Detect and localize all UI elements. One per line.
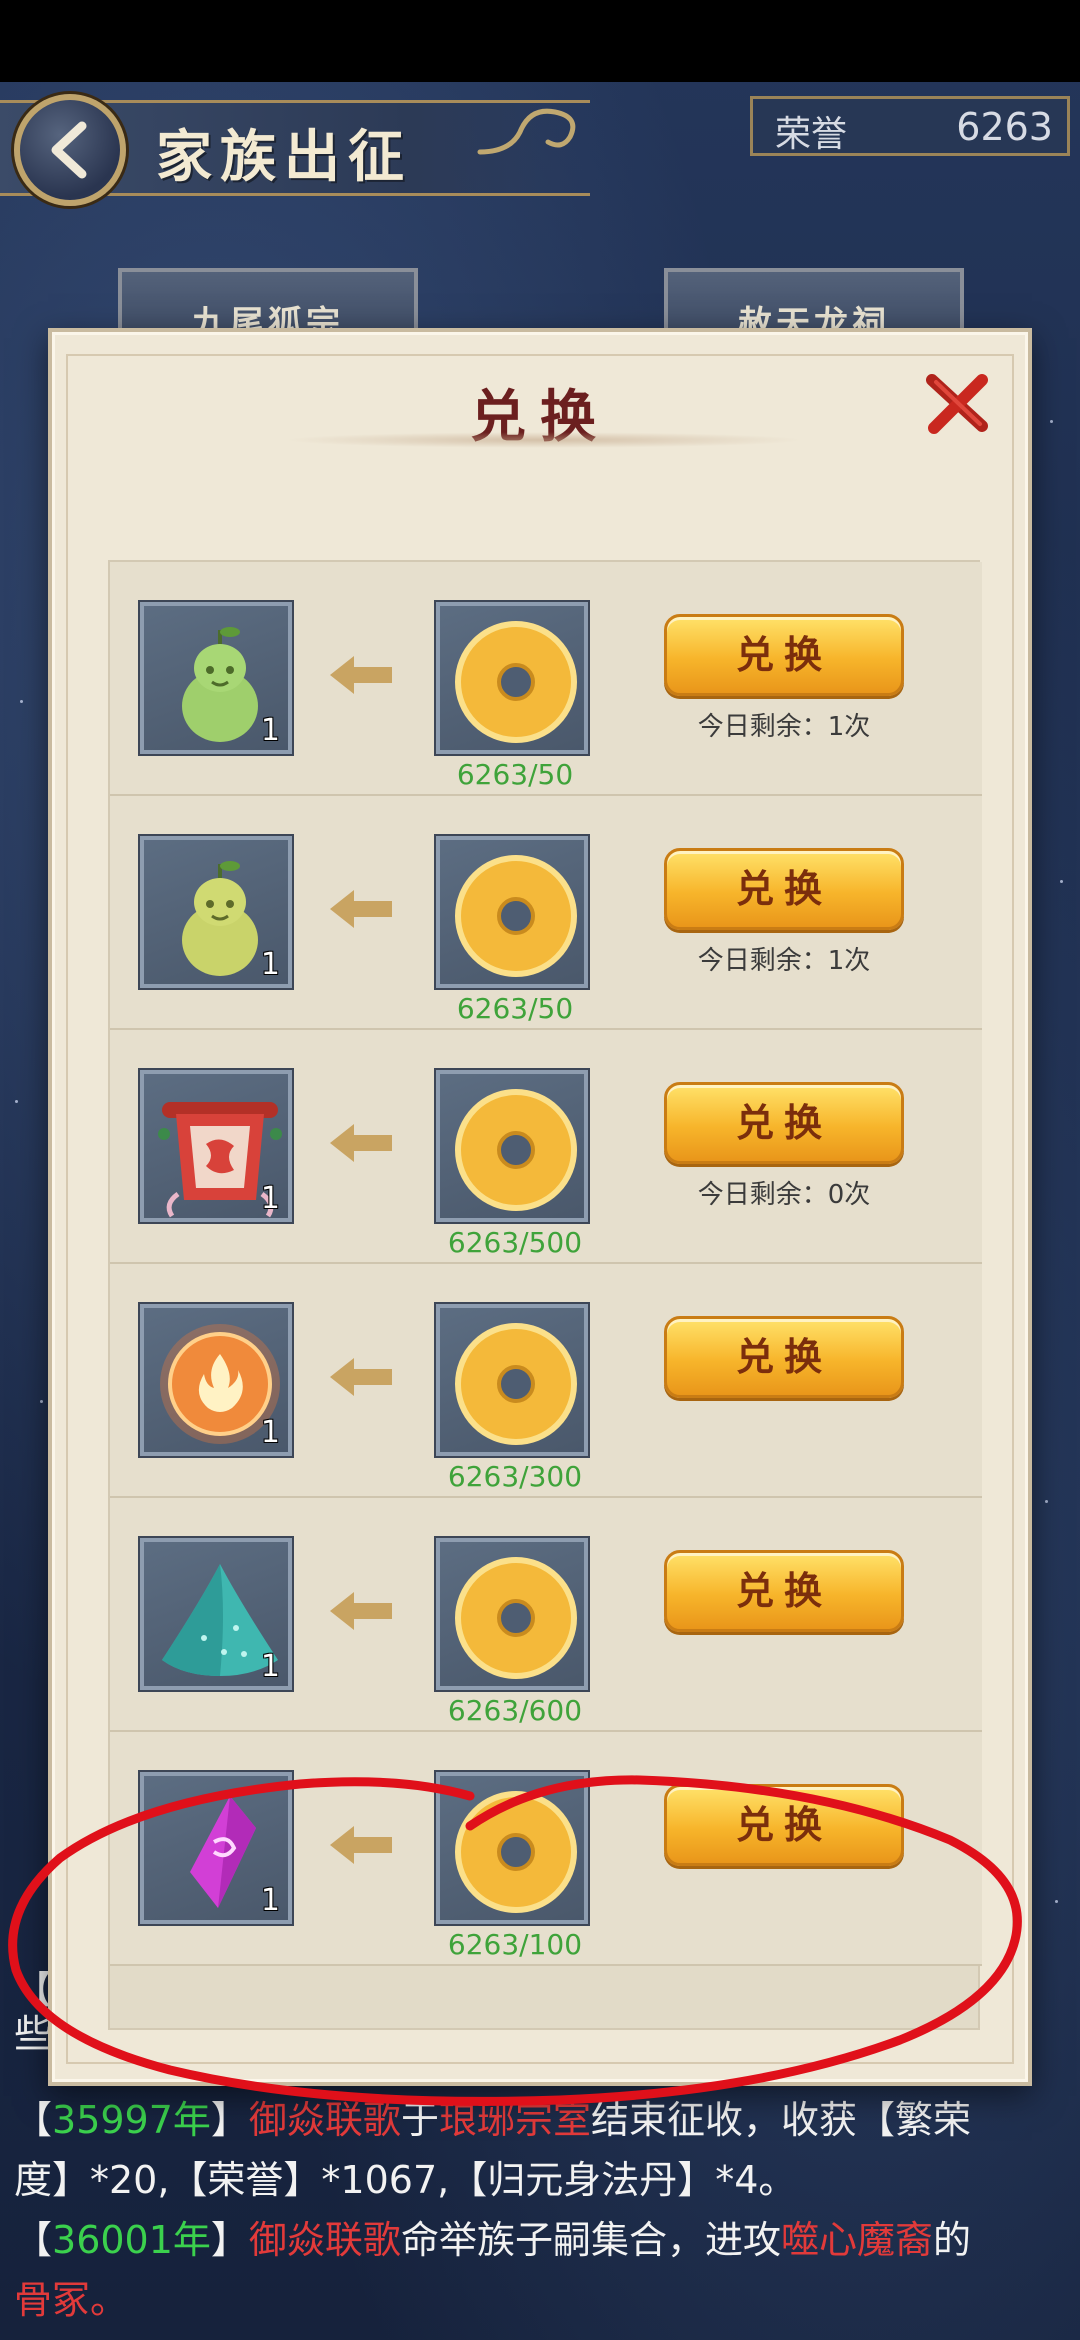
daily-remaining: 今日剩余：0次 — [697, 1180, 871, 1210]
chevron-left-icon — [51, 121, 87, 179]
star — [1045, 1500, 1048, 1503]
daily-remaining: 今日剩余：1次 — [697, 946, 871, 976]
page-title: 家族出征 — [156, 124, 412, 190]
log-line: 骨冢。 — [14, 2270, 1074, 2330]
purple-crystal-icon[interactable]: 1 — [140, 1772, 292, 1924]
log-place-name: 琅琊宗室 — [438, 2098, 591, 2142]
log-text: 度】*20,【荣誉】*1067,【归元身法丹】*4。 — [14, 2158, 797, 2202]
red-scroll-banner-icon[interactable]: 1 — [140, 1070, 292, 1222]
log-bracket: 【 — [14, 2218, 53, 2262]
green-pear-fruit-icon[interactable]: 1 — [140, 602, 292, 754]
close-icon[interactable] — [922, 368, 992, 438]
arrow-left-icon — [330, 890, 392, 928]
gold-ring-coin-icon — [436, 602, 588, 754]
exchange-button[interactable]: 兑换 — [664, 1550, 904, 1632]
fire-orb-icon[interactable]: 1 — [140, 1304, 292, 1456]
back-button[interactable] — [14, 94, 126, 206]
gold-ring-coin-icon — [436, 1772, 588, 1924]
log-text: 命举族子嗣集合，进攻 — [400, 2218, 781, 2262]
status-bar — [0, 0, 1080, 82]
cost-amount: 6263/50 — [456, 758, 574, 791]
cloud-ornament-icon — [477, 108, 576, 155]
exchange-row: 1 6263/600 兑换 — [110, 1498, 982, 1732]
log-text: 些 — [14, 2012, 53, 2056]
log-text: 的 — [932, 2218, 971, 2262]
exchange-button[interactable]: 兑换 — [664, 614, 904, 696]
exchange-list[interactable]: 1 6263/50 兑换 今日剩余：1次 1 6263/50 兑换 今日剩余：1… — [108, 560, 982, 2030]
gold-ring-coin-icon — [436, 1538, 588, 1690]
arrow-left-icon — [330, 1124, 392, 1162]
log-line: 度】*20,【荣誉】*1067,【归元身法丹】*4。 — [14, 2150, 1074, 2210]
exchange-row: 1 6263/500 兑换 今日剩余：0次 — [110, 1030, 982, 1264]
log-entry-1: 【35997年】御焱联歌于琅琊宗室结束征收，收获【繁荣 度】*20,【荣誉】*1… — [14, 2090, 1074, 2330]
log-bracket: 】 — [210, 2218, 249, 2262]
exchange-row: 1 6263/50 兑换 今日剩余：1次 — [110, 796, 982, 1030]
log-year: 36001年 — [52, 2218, 211, 2262]
gold-ring-coin-icon — [436, 1304, 588, 1456]
gold-ring-coin-icon — [436, 836, 588, 988]
exchange-button[interactable]: 兑换 — [664, 848, 904, 930]
arrow-left-icon — [330, 1358, 392, 1396]
cost-amount: 6263/300 — [447, 1460, 583, 1493]
cost-amount: 6263/50 — [456, 992, 574, 1025]
log-line: 【35997年】御焱联歌于琅琊宗室结束征收，收获【繁荣 — [14, 2090, 1074, 2150]
cost-amount: 6263/500 — [447, 1226, 583, 1259]
item-quantity: 1 — [260, 947, 280, 982]
log-target-name: 噬心魔裔 — [780, 2218, 933, 2262]
item-quantity: 1 — [260, 713, 280, 748]
exchange-row: 1 6263/50 兑换 今日剩余：1次 — [110, 562, 982, 796]
log-place-name: 骨冢。 — [14, 2278, 129, 2322]
cost-amount: 6263/600 — [447, 1694, 583, 1727]
arrow-left-icon — [330, 1826, 392, 1864]
title-underline — [284, 432, 804, 448]
star — [40, 1400, 43, 1403]
star — [15, 1100, 18, 1103]
star — [1050, 420, 1053, 423]
cost-amount: 6263/100 — [447, 1928, 583, 1961]
log-year: 35997年 — [52, 2098, 211, 2142]
exchange-button[interactable]: 兑换 — [664, 1082, 904, 1164]
exchange-modal: 兑换 1 6263/50 兑换 今日剩余：1次 1 6263/50 兑换 今日剩… — [48, 328, 1032, 2086]
arrow-left-icon — [330, 1592, 392, 1630]
gold-ring-coin-icon — [436, 1070, 588, 1222]
honor-value: 6263 — [956, 105, 1053, 149]
exchange-button[interactable]: 兑换 — [664, 1784, 904, 1866]
honor-display: 荣誉 6263 — [750, 96, 1070, 156]
log-clan-name: 御焱联歌 — [248, 2098, 401, 2142]
item-quantity: 1 — [260, 1181, 280, 1216]
exchange-button[interactable]: 兑换 — [664, 1316, 904, 1398]
log-bracket: 】 — [210, 2098, 249, 2142]
log-line: 【36001年】御焱联歌命举族子嗣集合，进攻噬心魔裔的 — [14, 2210, 1074, 2270]
item-quantity: 1 — [260, 1415, 280, 1450]
exchange-row: 1 6263/100 兑换 — [110, 1732, 982, 1966]
log-bracket: 【 — [14, 2098, 53, 2142]
honor-label: 荣誉 — [775, 114, 848, 155]
header: 家族出征 荣誉 6263 — [0, 82, 1080, 232]
log-clan-name: 御焱联歌 — [248, 2218, 401, 2262]
yellow-pear-fruit-icon[interactable]: 1 — [140, 836, 292, 988]
log-text: 结束征收，收获【繁荣 — [590, 2098, 971, 2142]
item-quantity: 1 — [260, 1883, 280, 1918]
item-quantity: 1 — [260, 1649, 280, 1684]
star — [20, 700, 23, 703]
exchange-row: 1 6263/300 兑换 — [110, 1264, 982, 1498]
star — [1060, 880, 1063, 883]
star — [1055, 1900, 1058, 1903]
daily-remaining: 今日剩余：1次 — [697, 712, 871, 742]
log-text: 于 — [400, 2098, 439, 2142]
teal-crystal-pile-icon[interactable]: 1 — [140, 1538, 292, 1690]
arrow-left-icon — [330, 656, 392, 694]
